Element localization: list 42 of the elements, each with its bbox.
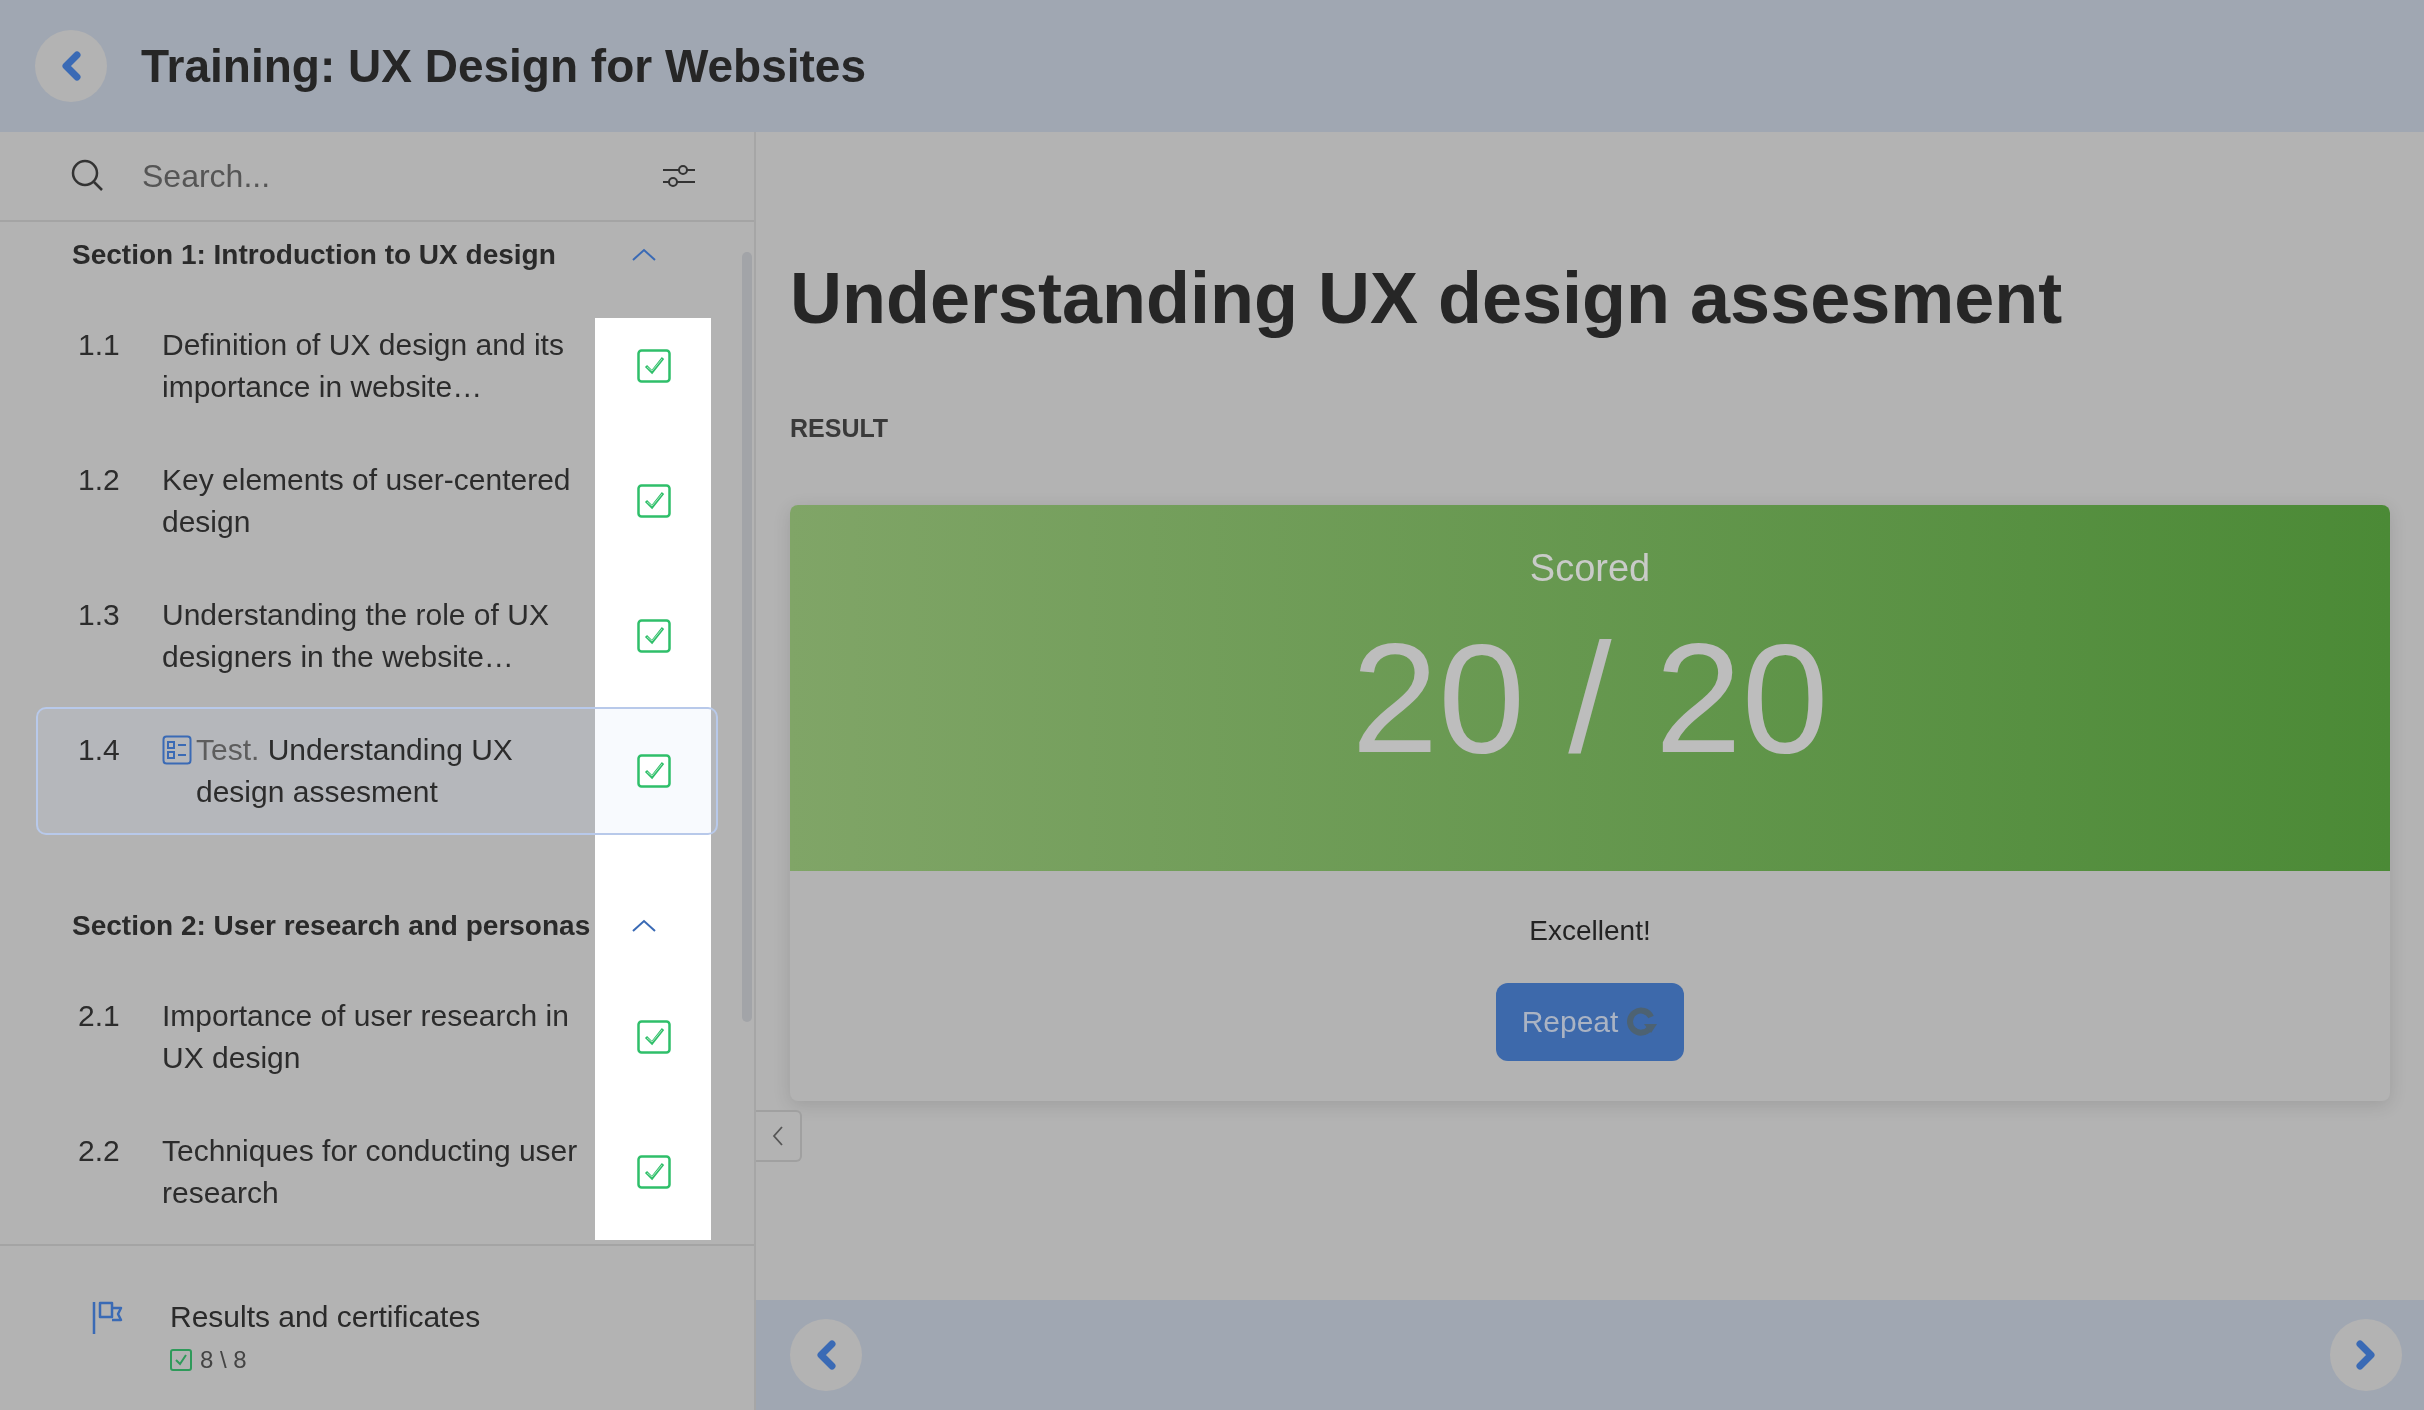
score-label: Scored [1529, 547, 1651, 590]
lesson-title: Importance of user research in UX design [162, 999, 569, 1074]
lesson-number: 1.2 [78, 462, 121, 498]
checkbox[interactable] [637, 349, 671, 383]
lesson-number: 2.2 [78, 1133, 121, 1169]
results-title: Results and certificates [170, 1300, 481, 1334]
checkbox[interactable] [637, 1155, 671, 1189]
lesson-item[interactable]: 2.2 Techniques for conducting user research [36, 1108, 718, 1236]
section-label: RESULT [790, 414, 890, 443]
lesson-number: 1.3 [78, 597, 121, 633]
lesson-item[interactable]: 1.3 Understanding the role of UX designers in the website… [36, 572, 718, 700]
lesson-number: 2.1 [78, 998, 121, 1034]
score-value: 20 / 20 [1351, 620, 1829, 776]
search-field[interactable]: Search... [140, 156, 628, 196]
chevron-up-icon [631, 918, 657, 934]
checkbox[interactable] [637, 619, 671, 653]
progress-count: 8 \ 8 [200, 1346, 247, 1374]
page-title: Training: UX Design for Websites [141, 39, 867, 93]
flag-icon [92, 1300, 124, 1336]
lesson-item[interactable]: 1.4 Test. Understanding UX design assesment [36, 707, 718, 835]
checkbox[interactable] [637, 1020, 671, 1054]
lesson-item[interactable]: 1.1 Definition of UX design and its importance in website… [36, 302, 718, 430]
refresh-icon [1626, 1007, 1659, 1037]
test-list-icon [162, 735, 192, 765]
section-title: Section 2: User research and personas [72, 909, 592, 943]
checkbox[interactable] [637, 754, 671, 788]
verdict-text: Excellent! [1529, 915, 1651, 947]
section-title: Section 1: Introduction to UX design [72, 238, 557, 272]
chevron-up-icon [631, 247, 657, 263]
lesson-title: Techniques for conducting user research [162, 1134, 578, 1209]
lesson-item[interactable]: 2.1 Importance of user research in UX design [36, 973, 718, 1101]
lesson-number: 1.4 [78, 732, 121, 768]
results-link[interactable]: Results and certificates 8 \ 8 [0, 1246, 754, 1410]
collapse-sidebar-button[interactable] [756, 1110, 802, 1162]
checkbox[interactable] [637, 484, 671, 518]
chevron-left-icon [771, 1125, 785, 1147]
lesson-title: Definition of UX design and its importance in website… [162, 328, 564, 403]
lesson-number: 1.1 [78, 327, 121, 363]
lesson-item[interactable]: 1.2 Key elements of user-centered design [36, 437, 718, 565]
lesson-title: Key elements of user-centered design [162, 463, 571, 538]
lesson-title: Test. Understanding UX design assesment [196, 732, 514, 810]
lesson-title: Understanding the role of UX designers in the website… [162, 598, 549, 673]
